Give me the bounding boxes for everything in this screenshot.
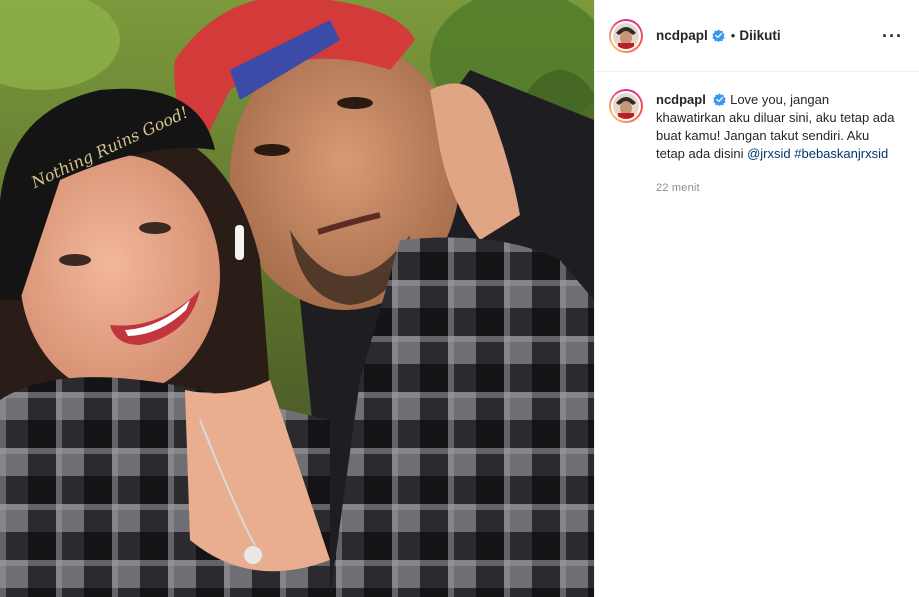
caption-avatar[interactable] [609,89,643,123]
post-sidebar: ncdpapl • Diikuti ··· ncdpapl Love you, … [594,0,919,597]
post-photo[interactable]: Nothing Ruins Good! [0,0,594,597]
more-options-icon[interactable]: ··· [882,27,903,45]
follow-status-button[interactable]: Diikuti [739,28,780,43]
caption-username[interactable]: ncdpapl [656,92,706,107]
avatar-image [613,93,639,119]
hashtag-link[interactable]: #bebaskanjrxsid [794,146,888,161]
verified-badge-icon [713,93,727,106]
avatar-image [613,22,639,49]
post-timestamp[interactable]: 22 menit [656,179,900,197]
instagram-post: Nothing Ruins Good! ncdpapl • Diikuti ··… [0,0,919,597]
caption-text-block: ncdpapl Love you, jangan khawatirkan aku… [656,91,900,197]
selfie-image: Nothing Ruins Good! [0,0,594,597]
verified-badge-icon [712,29,725,42]
author-avatar[interactable] [609,18,643,53]
separator-dot: • [730,28,736,43]
author-username[interactable]: ncdpapl [656,28,708,43]
caption-comment: ncdpapl Love you, jangan khawatirkan aku… [595,72,919,197]
mention-link[interactable]: @jrxsid [747,146,791,161]
post-header: ncdpapl • Diikuti ··· [595,0,919,72]
